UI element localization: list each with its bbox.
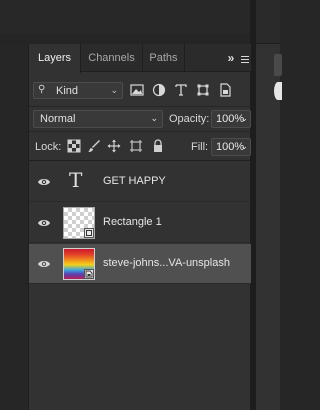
layer-row-get-happy[interactable]: T GET HAPPY (29, 162, 251, 202)
scrollbar-stub[interactable] (274, 54, 282, 76)
layer-name[interactable]: Rectangle 1 (103, 216, 162, 228)
fill-label: Fill: (191, 141, 209, 153)
layer-thumbnail[interactable] (63, 248, 95, 280)
chevron-down-icon: ⌄ (110, 85, 118, 95)
blend-row: Normal ⌄ Opacity: 100% ⌄ (29, 107, 251, 132)
blend-mode-value: Normal (40, 113, 76, 125)
opacity-field[interactable]: 100% ⌄ (211, 110, 251, 128)
layer-filter-row: ⚲ Kind ⌄ (29, 73, 251, 107)
lock-position-icon[interactable] (107, 139, 121, 153)
lock-transparent-icon[interactable] (67, 139, 81, 153)
search-icon: ⚲ (38, 84, 46, 95)
shape-badge-icon (84, 228, 94, 238)
blend-mode-select[interactable]: Normal ⌄ (33, 110, 163, 128)
top-strip (0, 0, 280, 44)
lock-row: Lock: Fill: 100% ⌄ (29, 133, 251, 161)
type-filter-icon[interactable] (173, 82, 189, 98)
chevron-down-icon: ⌄ (240, 113, 248, 123)
lock-label: Lock: (35, 141, 62, 153)
tab-paths[interactable]: Paths (143, 44, 185, 72)
layers-list: T GET HAPPY Rectangle 1 steve-johns...VA… (29, 162, 251, 410)
filter-kind-label: Kind (56, 85, 79, 97)
filter-kind-select[interactable]: ⚲ Kind ⌄ (33, 82, 123, 99)
chevron-down-icon: ⌄ (240, 141, 248, 151)
photoshop-workspace: Layers Channels Paths » ⚲ Kind ⌄ Normal … (0, 0, 282, 410)
lock-paint-icon[interactable] (87, 139, 101, 153)
lock-artboard-icon[interactable] (129, 139, 143, 153)
tab-channels[interactable]: Channels (81, 44, 143, 72)
layer-row-photo[interactable]: steve-johns...VA-unsplash (29, 244, 251, 284)
opacity-label: Opacity: (169, 113, 210, 125)
smart-object-filter-icon[interactable] (217, 82, 233, 98)
tab-layers[interactable]: Layers (29, 44, 81, 73)
layer-name[interactable]: steve-johns...VA-unsplash (103, 257, 230, 269)
shape-filter-icon[interactable] (195, 82, 211, 98)
visibility-eye-icon[interactable] (37, 216, 51, 230)
layers-panel: Layers Channels Paths » ⚲ Kind ⌄ Normal … (28, 44, 251, 410)
panel-edge-handle[interactable] (274, 82, 282, 100)
visibility-eye-icon[interactable] (37, 257, 51, 271)
right-panel-column (256, 0, 282, 410)
panel-tab-bar: Layers Channels Paths » (29, 44, 251, 73)
chevron-down-icon: ⌄ (150, 113, 158, 123)
fill-field[interactable]: 100% ⌄ (211, 138, 251, 156)
panel-menu-icon[interactable] (239, 44, 251, 72)
type-layer-icon: T (69, 168, 83, 192)
pixel-filter-icon[interactable] (129, 82, 145, 98)
visibility-eye-icon[interactable] (37, 175, 51, 189)
lock-all-icon[interactable] (151, 139, 165, 153)
layer-thumbnail[interactable] (63, 207, 95, 239)
collapse-panels-icon[interactable]: » (223, 44, 237, 72)
smart-object-badge-icon (84, 269, 94, 279)
layer-row-rectangle-1[interactable]: Rectangle 1 (29, 203, 251, 243)
adjustment-filter-icon[interactable] (151, 82, 167, 98)
layer-name[interactable]: GET HAPPY (103, 175, 166, 187)
